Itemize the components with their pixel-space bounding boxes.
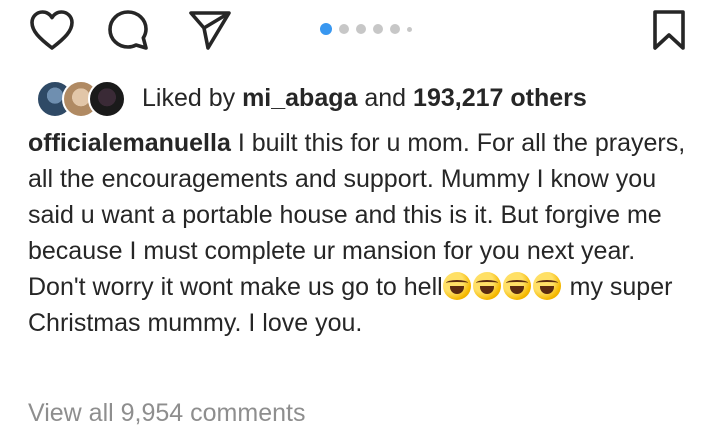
heart-icon[interactable] [28,6,76,54]
caption-username-link[interactable]: officialemanuella [28,129,231,157]
carousel-dot [407,26,412,32]
likes-summary: Liked by mi_abaga and 193,217 others [142,78,587,118]
emoji-group [442,272,563,301]
laughing-emoji-icon [472,272,501,300]
liker-username-link[interactable]: mi_abaga [242,84,357,112]
carousel-dot [356,24,366,34]
carousel-dot [373,24,383,34]
carousel-dot [339,24,349,34]
view-all-comments-link[interactable]: View all 9,954 comments [28,396,305,430]
post-action-bar [0,0,720,64]
comment-icon[interactable] [104,6,152,54]
liker-avatars [36,78,132,118]
laughing-emoji-icon [502,272,531,300]
post-caption: officialemanuella I built this for u mom… [28,125,698,341]
avatar[interactable] [88,80,126,118]
bookmark-icon[interactable] [645,6,693,54]
laughing-emoji-icon [532,272,561,300]
paper-plane-icon[interactable] [186,6,234,54]
carousel-indicator [320,23,412,35]
laughing-emoji-icon [442,272,471,300]
likes-joiner: and [364,84,407,112]
likes-count-link[interactable]: 193,217 others [413,84,587,112]
likes-prefix: Liked by [142,84,236,112]
likes-row: Liked by mi_abaga and 193,217 others [36,78,587,118]
carousel-dot [390,24,400,34]
carousel-dot-active [320,23,332,35]
